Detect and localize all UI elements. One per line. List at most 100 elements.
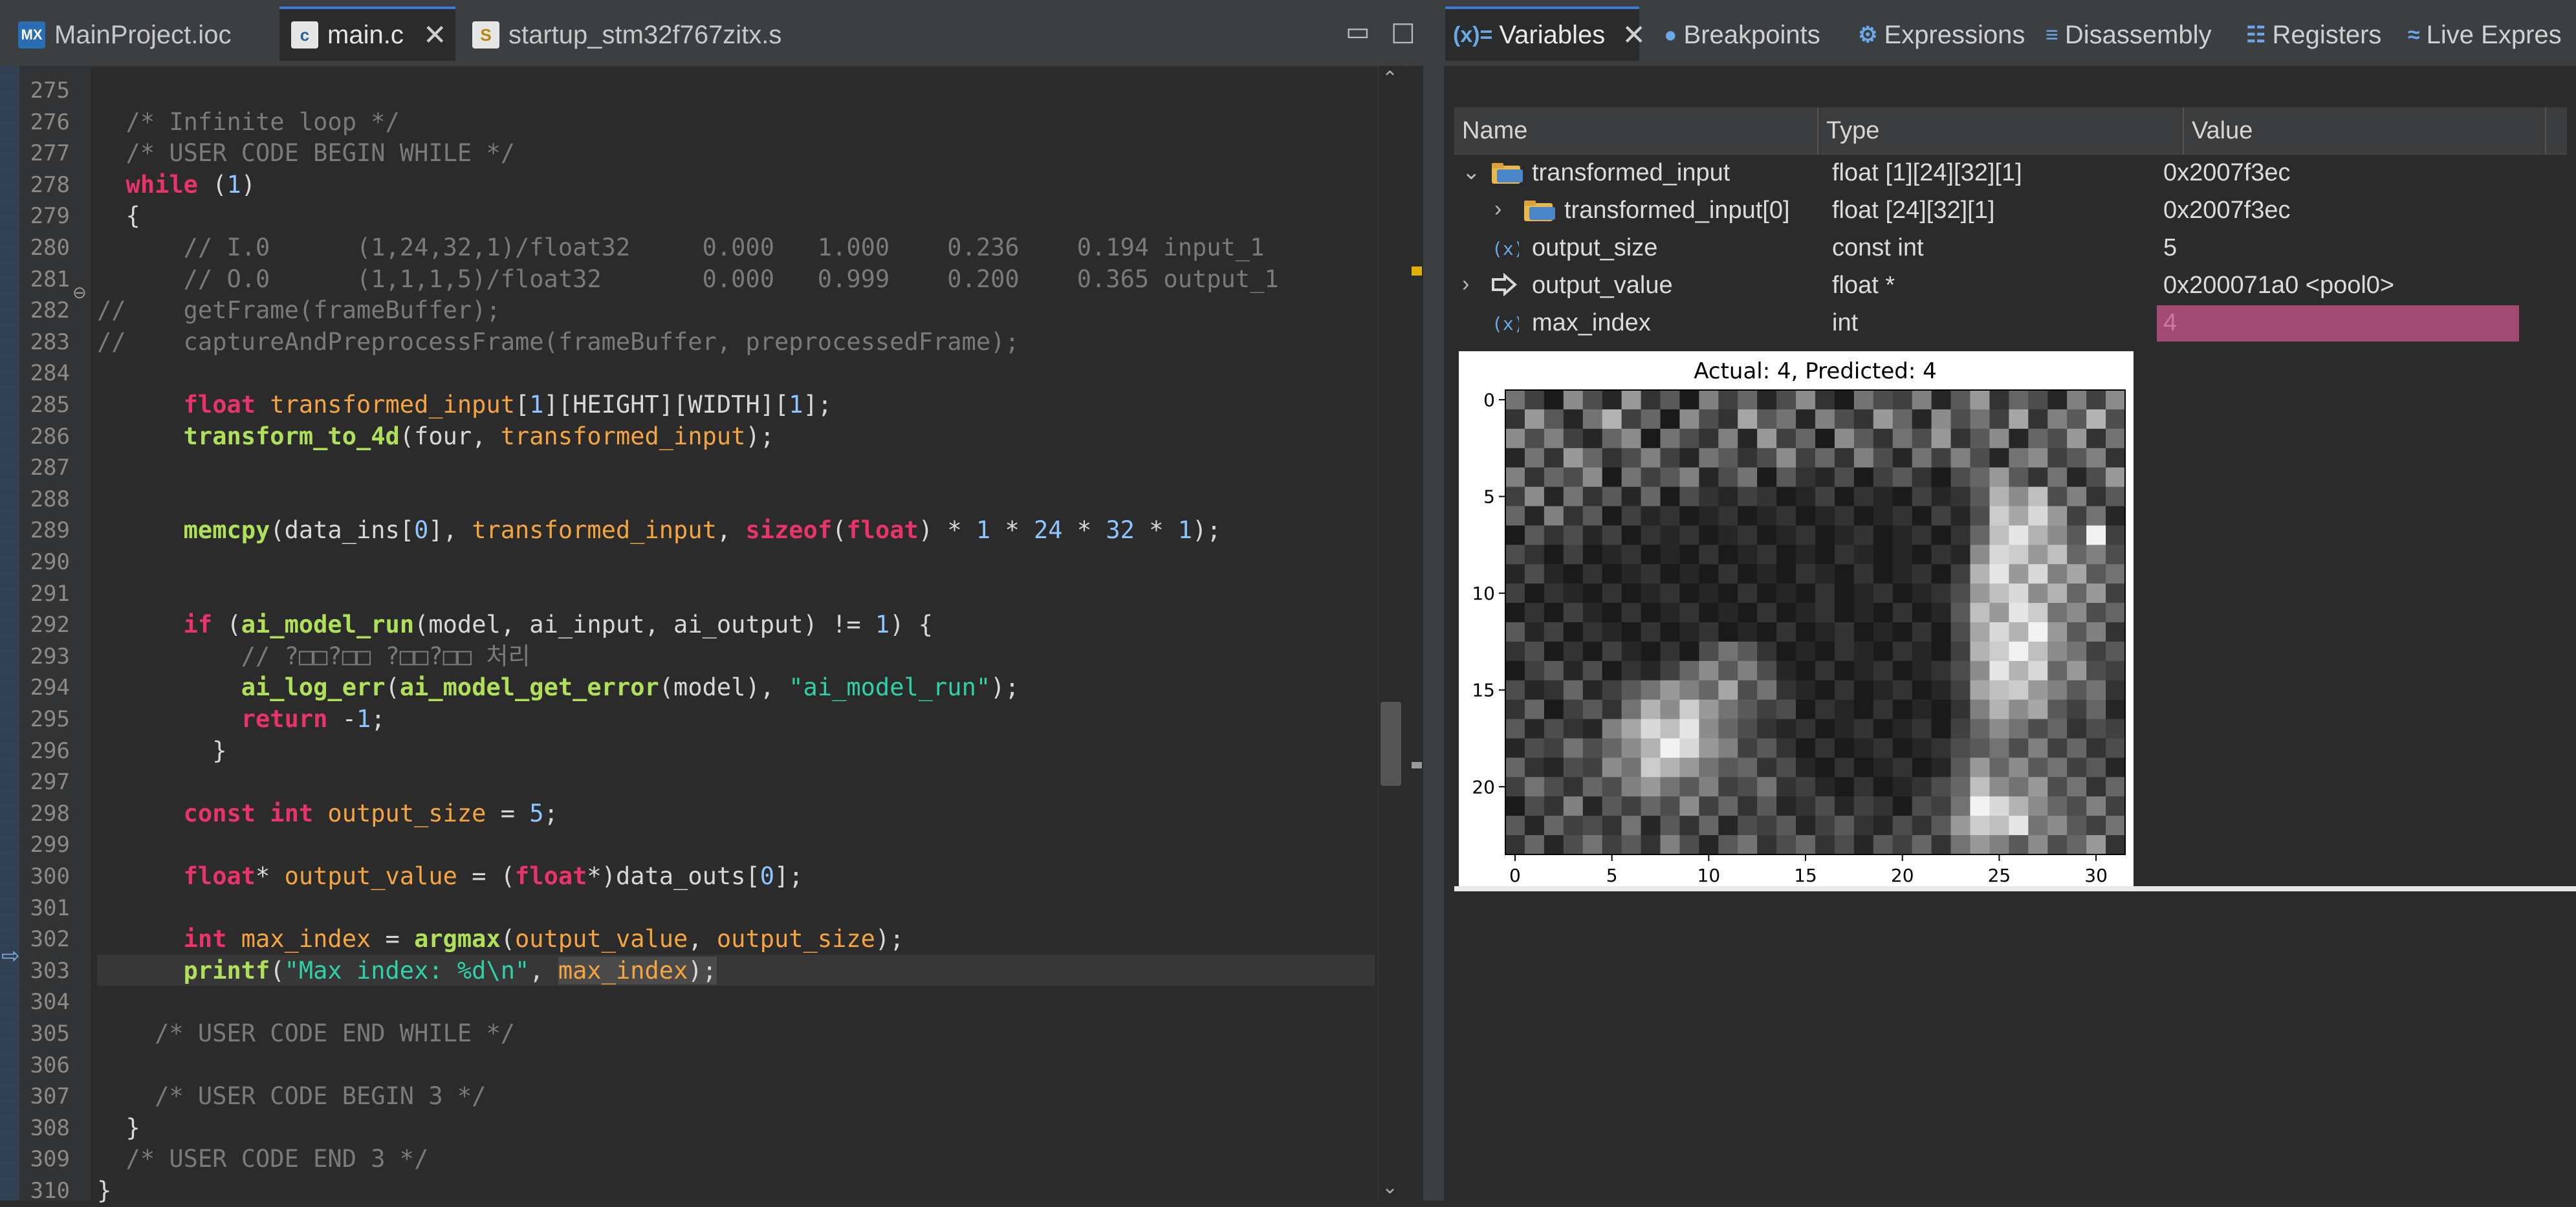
heatmap-cell (1660, 603, 1681, 623)
heatmap-cell (1931, 448, 1952, 468)
code-line[interactable]: memcpy(data_ins[0], transformed_input, s… (97, 515, 1221, 547)
heatmap-cell (1989, 641, 2009, 662)
variable-type: const int (1832, 234, 1924, 261)
code-line[interactable]: float* output_value = (float*)data_outs[… (97, 861, 803, 893)
heatmap-cell (1873, 660, 1894, 681)
y-tick-label: 5 (1483, 486, 1495, 508)
code-token: /* USER CODE BEGIN WHILE */ (97, 139, 516, 168)
code-line[interactable]: } (97, 1113, 140, 1144)
c-file-icon: c (291, 21, 318, 49)
close-icon[interactable]: ✕ (423, 19, 447, 52)
line-number: 297 (30, 769, 70, 796)
code-line[interactable]: } (97, 735, 226, 767)
heatmap-cell (1660, 777, 1681, 797)
heatmap-cell (1505, 467, 1525, 488)
code-line[interactable]: printf("Max index: %d\n", max_index); (97, 955, 717, 987)
heatmap-cell (2067, 719, 2087, 739)
column-header-type[interactable]: Type (1818, 107, 2184, 154)
heatmap-cell (1853, 525, 1874, 545)
expand-chevron-icon[interactable]: › (1494, 197, 1501, 222)
variable-row[interactable]: › output_value float * 0x200071a0 <pool0> (1454, 268, 2567, 305)
heatmap-cell (1912, 448, 1932, 468)
code-line[interactable]: // I.0 (1,24,32,1)/float32 0.000 1.000 0… (97, 232, 1265, 264)
heatmap-cell (1563, 777, 1584, 797)
heatmap-cell (1544, 603, 1564, 623)
variable-row[interactable]: (x) output_size const int 5 (1454, 230, 2567, 268)
heatmap-cell (1699, 467, 1719, 488)
heatmap-cell (1892, 486, 1913, 507)
code-line[interactable]: } (97, 1175, 111, 1207)
column-header-value[interactable]: Value (2184, 107, 2546, 154)
variable-value: 0x200071a0 <pool0> (2163, 272, 2395, 299)
heatmap-cell (2028, 583, 2048, 604)
code-line[interactable]: // O.0 (1,1,1,5)/float32 0.000 0.999 0.2… (97, 264, 1279, 296)
minimize-icon[interactable]: ▭ (1346, 17, 1370, 47)
code-line[interactable]: const int output_size = 5; (97, 798, 558, 830)
scroll-up-icon[interactable]: ⌃ (1382, 67, 1398, 90)
tab-variables[interactable]: (x)= Variables ✕ (1445, 6, 1646, 61)
code-line[interactable]: // getFrame(frameBuffer); (97, 295, 501, 327)
code-line[interactable]: while (1) (97, 169, 256, 201)
expand-chevron-icon[interactable]: › (1462, 272, 1469, 297)
heatmap-cell (1602, 660, 1622, 681)
overview-marker (1412, 266, 1422, 276)
code-line[interactable]: { (97, 201, 140, 232)
heatmap-cell (1853, 738, 1874, 759)
fold-collapse-icon[interactable]: ⊖ (72, 283, 87, 303)
tab-main-c[interactable]: c main.c ✕ (279, 6, 455, 61)
code-line[interactable]: /* USER CODE BEGIN 3 */ (97, 1081, 486, 1113)
code-line[interactable]: return -1; (97, 704, 386, 735)
heatmap-cell (1718, 680, 1738, 701)
heatmap-cell (2086, 506, 2106, 527)
tab-label: Disassembly (2064, 20, 2212, 49)
code-token: ); (875, 925, 904, 953)
heatmap-cell (1563, 816, 1584, 836)
heatmap-cell (2086, 486, 2106, 507)
heatmap-cell (1931, 777, 1952, 797)
tab-startup-s[interactable]: S startup_stm32f767zitx.s (461, 9, 781, 61)
code-token: (data_ins[ (270, 516, 415, 545)
heatmap-cell (2047, 467, 2068, 488)
code-area[interactable]: /* Infinite loop */ /* USER CODE BEGIN W… (91, 66, 1378, 1204)
code-line[interactable]: transform_to_4d(four, transformed_input)… (97, 421, 774, 453)
variable-row[interactable]: (x) max_index int 4 (1454, 305, 2567, 343)
code-line[interactable]: /* USER CODE END WHILE */ (97, 1018, 515, 1050)
heatmap-cell (1679, 525, 1699, 545)
tab-expressions[interactable]: ⚙ Expressions (1858, 9, 2025, 61)
pane-divider[interactable] (1423, 0, 1444, 1201)
heatmap-cell (1989, 428, 2009, 449)
tab-breakpoints[interactable]: ● Breakpoints (1664, 9, 1820, 61)
heatmap-cell (1679, 564, 1699, 584)
code-line[interactable]: /* USER CODE BEGIN WHILE */ (97, 138, 515, 169)
code-line[interactable]: int max_index = argmax(output_value, out… (97, 924, 904, 955)
code-line[interactable]: // captureAndPreprocessFrame(frameBuffer… (97, 327, 1020, 358)
heatmap-cell (1912, 486, 1932, 507)
code-line[interactable]: ai_log_err(ai_model_get_error(model), "a… (97, 672, 1020, 704)
maximize-icon[interactable]: □ (1391, 17, 1415, 47)
heatmap-cell (2028, 467, 2048, 488)
editor-scroll-thumb[interactable] (1381, 702, 1401, 786)
heatmap-cell (1931, 486, 1952, 507)
heatmap-cell (1757, 545, 1777, 565)
tab-live-expressions[interactable]: ≈ Live Expres (2408, 9, 2562, 61)
code-line[interactable]: if (ai_model_run(model, ai_input, ai_out… (97, 609, 933, 641)
code-line[interactable]: // ?□□?□□ ?□□?□□ 처리 (97, 641, 530, 673)
code-line[interactable]: float transformed_input[1][HEIGHT][WIDTH… (97, 389, 832, 421)
heatmap-cell (1699, 641, 1719, 662)
code-line[interactable]: /* USER CODE END 3 */ (97, 1144, 429, 1175)
variable-row[interactable]: ⌄ transformed_input float [1][24][32][1] 0x… (1454, 155, 2567, 193)
tab-registers[interactable]: ☷ Registers (2246, 9, 2381, 61)
editor-scrollbar[interactable] (1378, 66, 1404, 1201)
scroll-down-icon[interactable]: ⌄ (1382, 1176, 1398, 1199)
heatmap-cell (1815, 525, 1835, 545)
tab-mainproject-ioc[interactable]: MX MainProject.ioc (6, 9, 231, 61)
close-icon[interactable]: ✕ (1622, 19, 1646, 52)
heatmap-cell (2047, 699, 2068, 720)
heatmap-cell (1621, 738, 1642, 759)
collapse-chevron-icon[interactable]: ⌄ (1462, 159, 1481, 185)
code-line[interactable]: /* Infinite loop */ (97, 107, 400, 138)
column-header-name[interactable]: Name (1454, 107, 1818, 154)
heatmap-cell (1699, 835, 1719, 855)
tab-disassembly[interactable]: ≡ Disassembly (2046, 9, 2212, 61)
variable-row[interactable]: › transformed_input[0] float [24][32][1] 0x… (1454, 193, 2567, 230)
